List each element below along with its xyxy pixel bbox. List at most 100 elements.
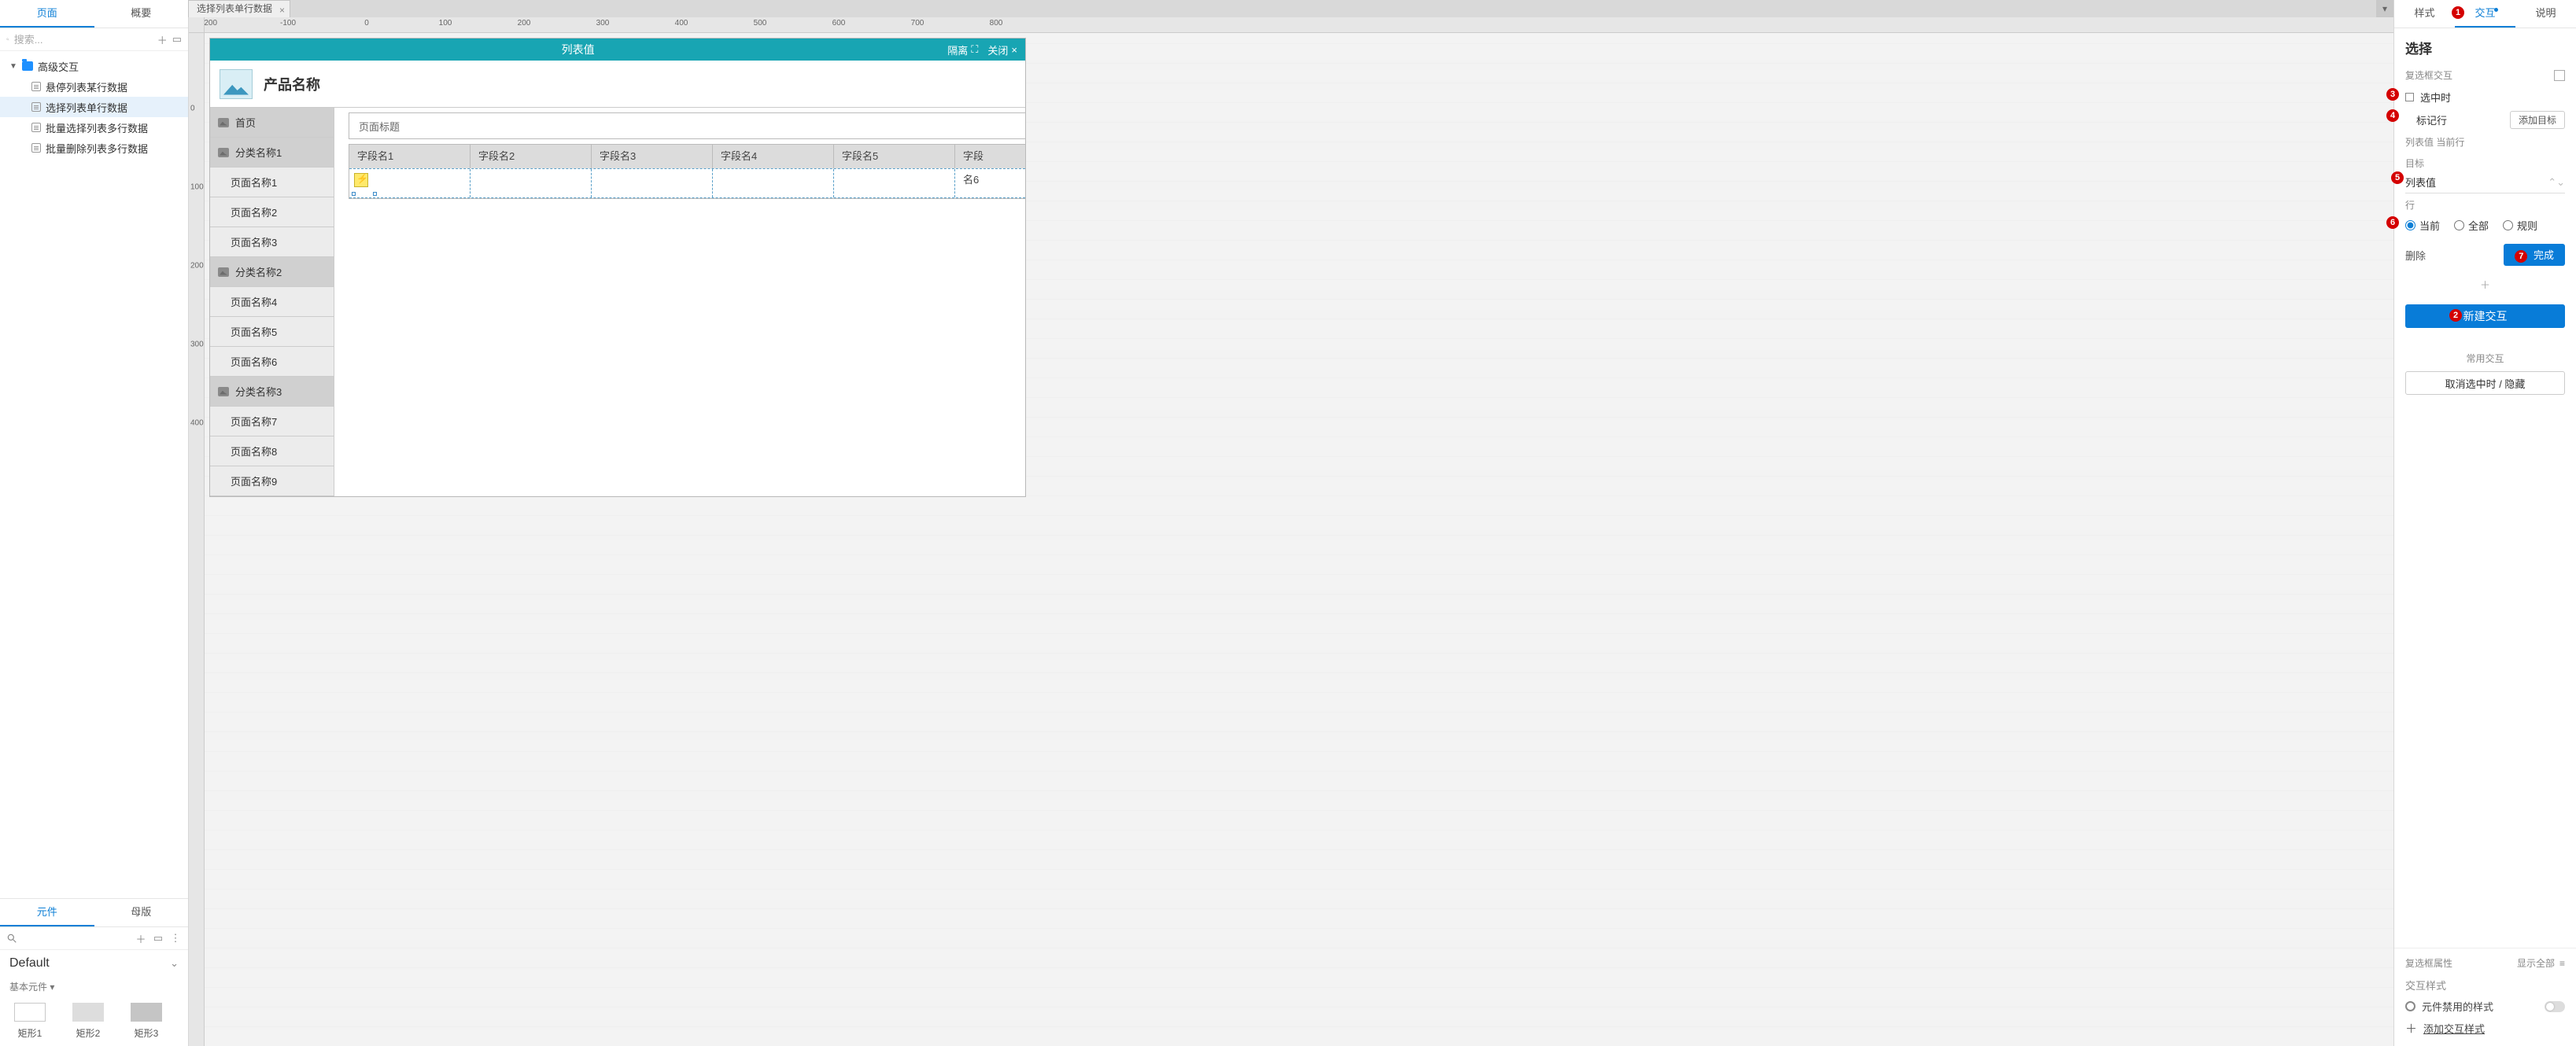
menu-icon[interactable]: ≡ [2559, 958, 2565, 969]
add-page-icon[interactable]: ＋ [157, 33, 168, 46]
file-tab-label: 选择列表单行数据 [197, 3, 272, 14]
tab-masters[interactable]: 母版 [94, 899, 189, 926]
file-tab-bar: 选择列表单行数据 × ▾ [189, 0, 2393, 17]
done-button[interactable]: 7 完成 [2504, 244, 2565, 266]
data-grid: 字段名1 字段名2 字段名3 字段名4 字段名5 字段名6 [349, 144, 1025, 199]
add-library-icon[interactable]: ＋ [135, 932, 147, 945]
nav-category[interactable]: 分类名称3 [210, 377, 334, 407]
grid-cell[interactable] [349, 169, 471, 197]
shape-label: 矩形3 [135, 1026, 159, 1040]
library-select[interactable]: Default ⌄ [0, 950, 188, 977]
grid-cell[interactable] [955, 169, 996, 197]
close-tab-icon[interactable]: × [279, 2, 285, 18]
nav-page[interactable]: 页面名称3 [210, 227, 334, 257]
toggle-switch[interactable] [2545, 1001, 2565, 1012]
library-settings-icon[interactable]: ▭ [152, 932, 164, 945]
shape-label: 矩形1 [18, 1026, 42, 1040]
nav-icon [218, 267, 229, 277]
shape-swatch-icon [14, 1003, 46, 1022]
folder-label: 高级交互 [38, 59, 79, 74]
add-ix-style-button[interactable]: ＋ 添加交互样式 [2394, 1017, 2576, 1040]
shape-rect2[interactable]: 矩形2 [72, 1003, 104, 1040]
chevron-down-icon: ⌄ [170, 957, 179, 970]
tab-widgets[interactable]: 元件 [0, 899, 94, 926]
target-select[interactable]: 5 列表值 ⌃⌄ [2405, 171, 2565, 193]
tab-notes[interactable]: 说明 [2515, 0, 2576, 28]
nav-page[interactable]: 页面名称9 [210, 466, 334, 496]
shape-swatch-icon [131, 1003, 162, 1022]
nav-page[interactable]: 页面名称2 [210, 197, 334, 227]
tab-overflow-icon[interactable]: ▾ [2376, 0, 2393, 17]
col-header[interactable]: 字段名1 [349, 145, 471, 168]
col-header[interactable]: 字段名4 [713, 145, 834, 168]
tab-interactions[interactable]: 交互 1 [2455, 0, 2515, 28]
shape-rect3[interactable]: 矩形3 [131, 1003, 162, 1040]
event-selected[interactable]: 3 选中时 [2394, 87, 2576, 108]
shapes-grid: 矩形1 矩形2 矩形3 [0, 996, 188, 1046]
annotation-badge: 4 [2386, 109, 2399, 122]
nav-home[interactable]: 首页 [210, 108, 334, 138]
nav-category[interactable]: 分类名称2 [210, 257, 334, 287]
grid-row[interactable] [349, 168, 1025, 198]
target-label: 目标 [2394, 152, 2576, 171]
page-title-widget[interactable]: 页面标题 [349, 112, 1025, 139]
radio-current[interactable]: 当前 [2405, 218, 2440, 233]
add-folder-icon[interactable]: ▭ [172, 33, 182, 46]
col-header[interactable]: 字段名3 [592, 145, 713, 168]
radio-all[interactable]: 全部 [2454, 218, 2489, 233]
nav-page[interactable]: 页面名称8 [210, 436, 334, 466]
page-item[interactable]: 选择列表单行数据 [0, 97, 188, 117]
selection-title: 选择 [2394, 28, 2576, 64]
isolate-button[interactable]: 隔离 ⛶ [947, 42, 978, 57]
close-repeater-button[interactable]: 关闭 × [987, 42, 1017, 57]
annotation-badge: 5 [2391, 171, 2404, 184]
grid-cell[interactable] [713, 169, 834, 197]
tab-pages[interactable]: 页面 [0, 0, 94, 28]
new-interaction-button[interactable]: 2 新建交互 [2405, 304, 2565, 328]
nav-page[interactable]: 页面名称6 [210, 347, 334, 377]
repeater-titlebar: 列表值 隔离 ⛶ 关闭 × [210, 39, 1025, 61]
nav-page[interactable]: 页面名称7 [210, 407, 334, 436]
shape-rect1[interactable]: 矩形1 [14, 1003, 46, 1040]
action-mark-row[interactable]: 4 标记行 添加目标 [2394, 108, 2576, 132]
tab-outline[interactable]: 概要 [94, 0, 189, 28]
expand-icon[interactable] [2554, 70, 2565, 81]
annotation-badge: 7 [2515, 250, 2527, 263]
delete-action-button[interactable]: 删除 [2405, 248, 2426, 263]
page-item[interactable]: 悬停列表某行数据 [0, 76, 188, 97]
nav-page[interactable]: 页面名称1 [210, 168, 334, 197]
more-icon[interactable]: ⋮ [169, 932, 182, 945]
shape-swatch-icon [72, 1003, 104, 1022]
page-search-input[interactable] [14, 34, 153, 46]
radio-rule[interactable]: 规则 [2503, 218, 2537, 233]
grid-cell[interactable] [471, 169, 592, 197]
disabled-style-row[interactable]: 元件禁用的样式 [2394, 996, 2576, 1017]
resize-handle-icon[interactable] [352, 192, 356, 196]
add-target-button[interactable]: 添加目标 [2510, 111, 2565, 129]
col-header[interactable]: 字段名2 [471, 145, 592, 168]
grid-cell[interactable] [592, 169, 713, 197]
file-tab[interactable]: 选择列表单行数据 × [188, 0, 290, 17]
widget-toolbar: ＋ ▭ ⋮ [0, 927, 188, 950]
common-ix-item[interactable]: 取消选中时 / 隐藏 [2405, 371, 2565, 395]
grid-cell[interactable] [834, 169, 955, 197]
nav-page[interactable]: 页面名称4 [210, 287, 334, 317]
folder-row[interactable]: ▼ 高级交互 [0, 56, 188, 76]
nav-page[interactable]: 页面名称5 [210, 317, 334, 347]
canvas-scroll[interactable]: 列表值 隔离 ⛶ 关闭 × 产品名称 首页 分类名称1 页面名称1 页面名称 [205, 33, 2393, 1046]
tab-style[interactable]: 样式 [2394, 0, 2455, 28]
resize-handle-icon[interactable] [373, 192, 377, 196]
shapes-section-label[interactable]: 基本元件 ▾ [0, 977, 188, 996]
page-item[interactable]: 批量删除列表多行数据 [0, 138, 188, 158]
nav-category[interactable]: 分类名称1 [210, 138, 334, 168]
col-header[interactable]: 字段名5 [834, 145, 955, 168]
plus-icon: ＋ [2405, 1020, 2417, 1037]
col-header[interactable]: 字段名6 [955, 145, 996, 168]
interaction-icon [354, 173, 368, 187]
checkbox-props-header[interactable]: 复选框属性 显示全部≡ [2394, 948, 2576, 974]
page-item[interactable]: 批量选择列表多行数据 [0, 117, 188, 138]
selected-widget[interactable] [354, 173, 375, 193]
page-icon [31, 102, 41, 112]
add-action-button[interactable]: ＋ [2394, 272, 2576, 296]
checkbox-ix-header: 复选框交互 [2394, 64, 2576, 87]
